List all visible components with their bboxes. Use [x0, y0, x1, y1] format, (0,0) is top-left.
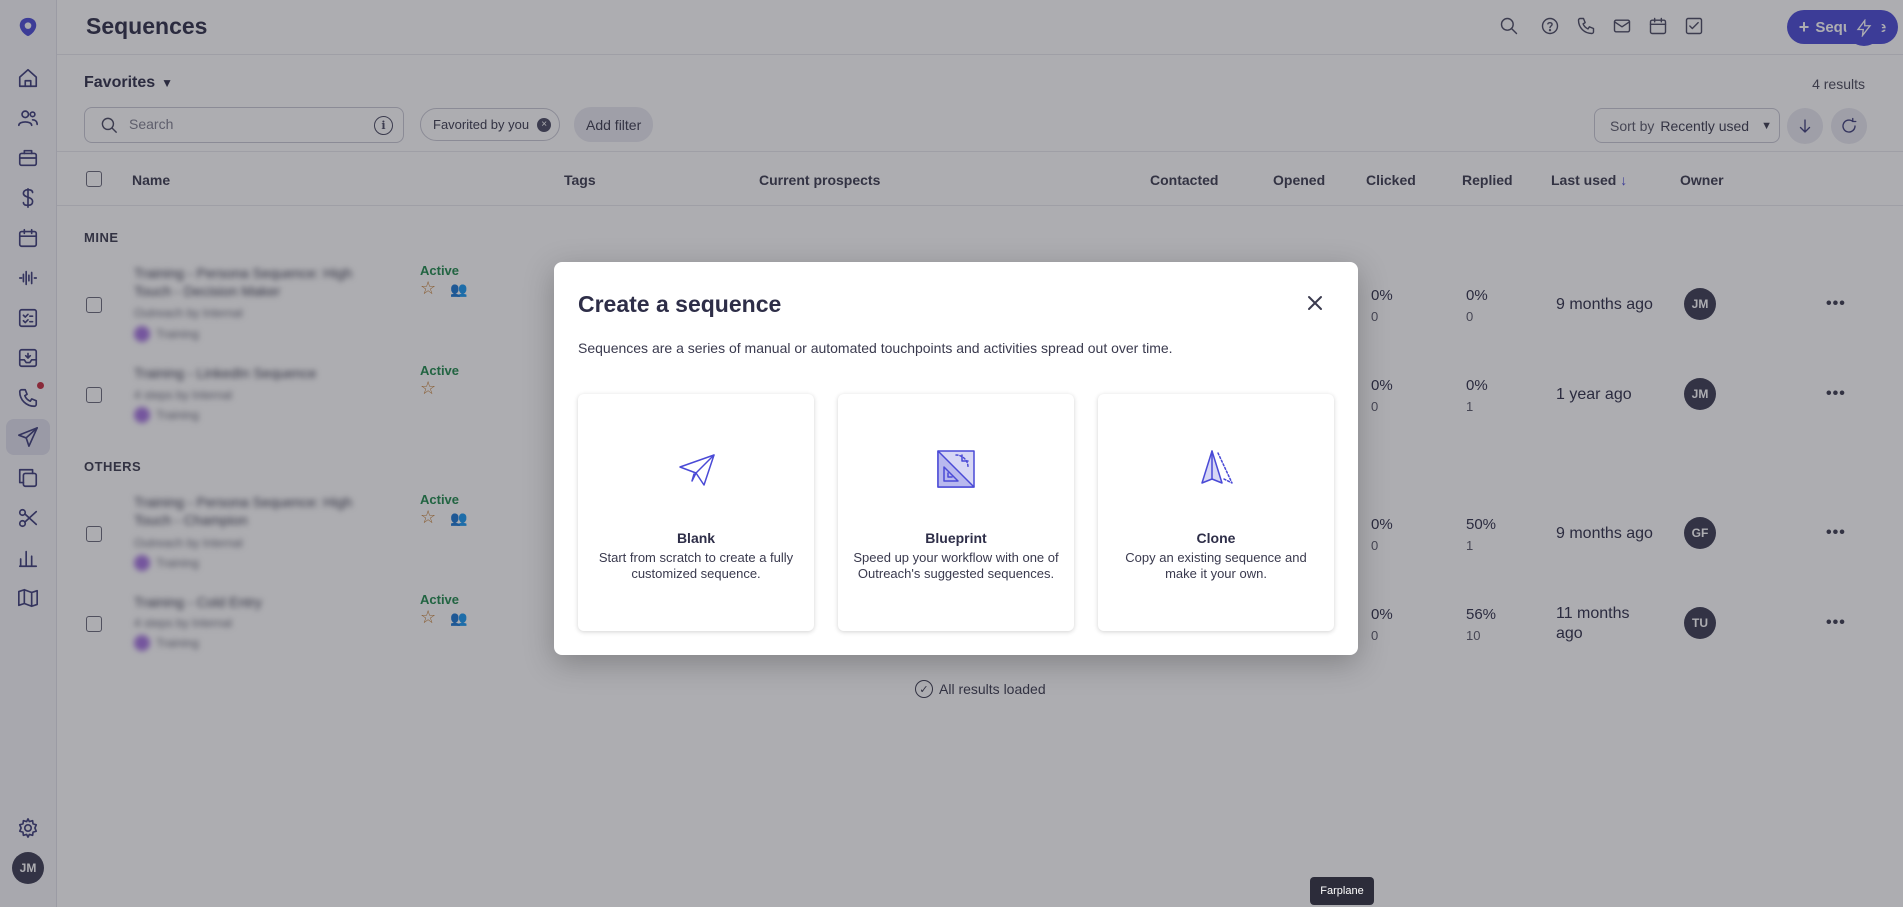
card-title: Clone: [1196, 530, 1236, 546]
paper-plane-icon: [673, 446, 719, 492]
clone-card[interactable]: Clone Copy an existing sequence and make…: [1098, 394, 1334, 631]
modal-description: Sequences are a series of manual or auto…: [578, 340, 1173, 356]
modal-title: Create a sequence: [578, 291, 782, 317]
clone-icon: [1193, 446, 1239, 492]
card-description: Speed up your workflow with one of Outre…: [853, 550, 1059, 581]
card-description: Start from scratch to create a fully cus…: [598, 550, 794, 581]
card-title: Blueprint: [925, 530, 987, 546]
blank-card[interactable]: Blank Start from scratch to create a ful…: [578, 394, 814, 631]
close-icon[interactable]: [1304, 292, 1326, 314]
tooltip: Farplane: [1310, 877, 1374, 905]
create-sequence-modal: Create a sequence Sequences are a series…: [554, 262, 1358, 655]
card-description: Copy an existing sequence and make it yo…: [1125, 550, 1307, 581]
blueprint-card[interactable]: Blueprint Speed up your workflow with on…: [838, 394, 1074, 631]
blueprint-icon: [933, 446, 979, 492]
card-title: Blank: [676, 530, 716, 546]
